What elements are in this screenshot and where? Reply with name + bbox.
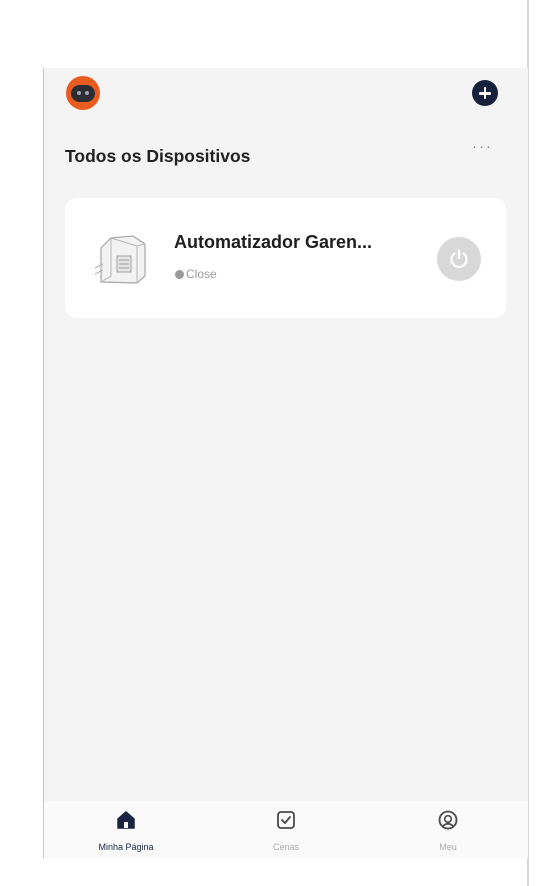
tab-meu[interactable]: Meu [393,801,503,858]
status-dot-icon [175,269,184,279]
bottom-tab-bar: Minha Página Cenas Meu [44,801,528,858]
home-icon [117,811,135,829]
tab-label: Cenas [272,842,299,852]
add-device-button[interactable] [472,80,498,106]
device-status: Close [175,267,217,281]
user-circle-icon [438,810,458,830]
robot-avatar-icon[interactable] [66,76,100,110]
tab-cenas[interactable]: Cenas [231,801,341,858]
robot-face [71,84,95,102]
gate-motor-device-icon [94,235,146,284]
power-icon [450,249,468,269]
more-options-button[interactable]: ··· [472,138,493,155]
app-screen: Todos os Dispositivos ··· Automatizador … [44,68,528,858]
checkbox-icon [277,811,295,829]
device-name: Automatizador Garen... [174,232,373,252]
device-card[interactable]: Automatizador Garen... Close [65,198,506,318]
tab-label: Minha Página [98,842,154,852]
device-status-label: Close [186,267,217,281]
tab-minha-pagina[interactable]: Minha Página [71,801,181,858]
tab-label: Meu [439,842,457,852]
power-button[interactable] [437,237,481,281]
section-title: Todos os Dispositivos [65,146,251,166]
